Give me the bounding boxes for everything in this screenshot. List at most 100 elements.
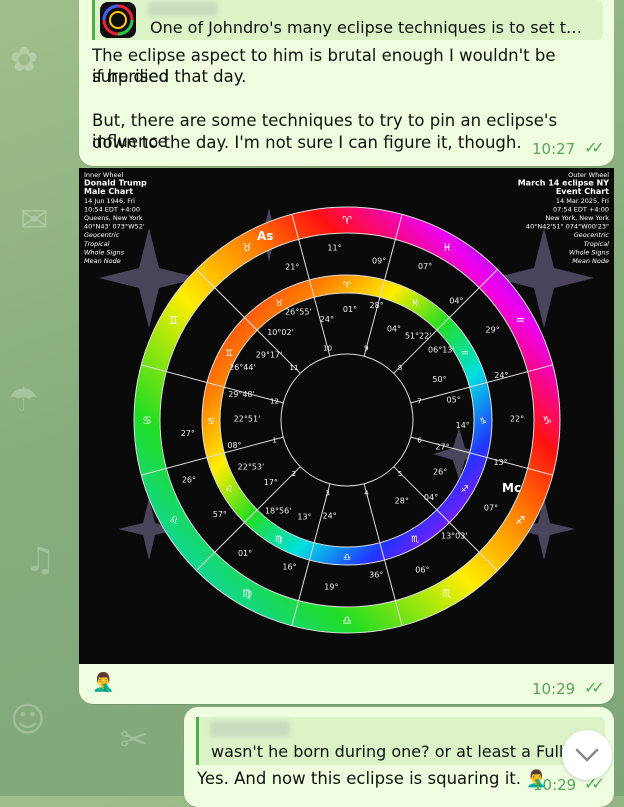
house-number: 6 [417, 436, 422, 444]
chevron-down-icon [575, 748, 599, 762]
background-doodle-icon: ♫ [25, 540, 56, 580]
inner-position-label: 05° [447, 396, 461, 405]
house-number: 2 [292, 470, 296, 478]
message-text: Yes. And now this eclipse is squaring it… [197, 769, 547, 788]
house-number: 10 [323, 345, 332, 353]
reply-thumbnail [100, 2, 136, 38]
message-time: 10:27 [532, 140, 576, 158]
house-number: 7 [417, 398, 421, 406]
background-doodle-icon: ✉ [20, 200, 49, 240]
inner-position-label: 22°53' [238, 462, 265, 471]
inner-position-label: 08° [227, 441, 241, 450]
outer-position-label: 36° [369, 570, 383, 579]
reply-author-blurred [148, 2, 218, 16]
inner-position-label: 14° [456, 421, 470, 430]
message-time: 10:29 [532, 680, 576, 698]
inner-position-label: 13° [297, 512, 311, 521]
inner-position-label: 28° [370, 301, 384, 310]
inner-sign-glyph: ♌ [225, 485, 233, 495]
inner-position-label: 27° [435, 443, 449, 452]
outer-position-label: 01° [238, 549, 252, 558]
outer-sign-glyph: ♉ [242, 241, 252, 254]
ascendant-label: As [257, 229, 273, 243]
outer-position-label: 07° [484, 503, 498, 512]
house-number: 11 [290, 364, 299, 372]
inner-position-label: 26°55' [285, 308, 312, 317]
outer-position-label: 04° [449, 296, 463, 305]
outer-wheel-header-line: New York, New York [545, 214, 609, 222]
inner-position-label: 50° [432, 375, 446, 384]
inner-position-label: 04° [387, 325, 401, 334]
facepalm-emoji: 🤦‍♂️ [92, 672, 115, 693]
outer-sign-glyph: ♓ [442, 241, 452, 254]
inner-position-label: 18°56' [265, 506, 292, 515]
astrology-chart-image[interactable]: ♈ ♈ ♉ ♉ ♊ ♊ ♋ ♋ ♌ ♌ ♍ ♍ ♎ ♎ ♏ ♏ ♐ ♐ ♑ ♑ ♒ ♒ ♓ ♓ 1 2 3 4 5 6 7 8 9 10 11 12… [79, 168, 614, 664]
read-checkmarks-icon: ✓✓ [584, 678, 605, 697]
outer-position-label: 19° [324, 582, 338, 591]
house-number: 4 [364, 489, 369, 497]
outer-position-label: 29° [486, 325, 500, 334]
outer-wheel-header-line: Mean Node [572, 257, 609, 265]
inner-wheel-header-line: Mean Node [84, 257, 121, 265]
inner-position-label: 04° [424, 493, 438, 502]
inner-wheel-header-line: Queens, New York [84, 214, 143, 222]
inner-wheel-header-line: Male Chart [84, 187, 133, 196]
outer-sign-glyph: ♋ [142, 414, 152, 427]
inner-position-label: 06°13' [428, 345, 455, 354]
inner-position-label: 28° [395, 497, 409, 506]
outer-position-label: 11° [327, 243, 341, 252]
inner-position-label: 29°17' [256, 350, 283, 359]
outer-position-label: 16° [282, 562, 296, 571]
message-text-line: if he died that day. [92, 67, 247, 86]
outer-position-label: 13° [493, 458, 507, 467]
message-text-line: down to the day. I'm not sure I can figu… [92, 133, 522, 152]
inner-position-label: 10°02' [267, 328, 294, 337]
inner-wheel-header-line: 40°N43' 073°W52' [84, 223, 145, 231]
outer-wheel-header-line: Geocentric [574, 231, 610, 239]
inner-sign-glyph: ♏ [411, 535, 419, 545]
outer-sign-glyph: ♊ [169, 314, 179, 327]
house-number: 5 [398, 470, 402, 478]
background-doodle-icon: ☺ [10, 700, 46, 740]
inner-sign-glyph: ♑ [479, 417, 487, 427]
background-doodle-icon: ✿ [10, 40, 39, 80]
outer-sign-glyph: ♎ [342, 614, 352, 627]
outer-wheel-header-line: 40°N42'51" 074°W00'23" [526, 223, 609, 231]
outer-sign-glyph: ♑ [542, 414, 552, 427]
outer-position-label: 27° [181, 429, 195, 438]
inner-sign-glyph: ♓ [411, 299, 419, 309]
background-doodle-icon: ✂ [120, 720, 149, 760]
inner-position-label: 17° [264, 478, 278, 487]
outer-sign-glyph: ♐ [515, 514, 525, 527]
inner-wheel-header-line: Geocentric [84, 231, 120, 239]
inner-position-label: 01° [343, 305, 357, 314]
outer-wheel-header-line: 07:54 EDT +4:00 [553, 205, 609, 213]
outer-wheel-header-line: Event Chart [556, 187, 609, 196]
inner-sign-glyph: ♐ [461, 485, 469, 495]
outer-sign-glyph: ♒ [515, 314, 525, 327]
inner-wheel-header-line: 14 Jun 1946, Fri [84, 197, 135, 205]
background-doodle-icon: ☂ [8, 380, 39, 420]
inner-wheel-header-line: Whole Signs [84, 248, 125, 256]
outer-position-label: 09° [372, 256, 386, 265]
read-checkmarks-icon: ✓✓ [584, 138, 605, 157]
inner-sign-glyph: ♋ [207, 417, 215, 427]
outer-position-label: 06° [415, 565, 429, 574]
scroll-down-button[interactable] [562, 730, 612, 780]
house-number: 8 [398, 364, 402, 372]
outer-position-label: 07° [418, 262, 432, 271]
bi-wheel-chart: ♈♈♉♉♊♊♋ ♋♌♌♍♍♎♎♏♏♐♐♑♑♒♒♓♓ 123 456789101112… [79, 168, 614, 664]
outer-wheel-header-line: 14 Mar 2025, Fri [556, 197, 609, 205]
reply-quote-text: One of Johndro's many eclipse techniques… [150, 18, 590, 37]
house-number: 9 [364, 345, 368, 353]
inner-position-label: 24° [323, 511, 337, 520]
house-number: 1 [272, 436, 276, 444]
inner-sign-glyph: ♎ [343, 553, 351, 563]
inner-sign-glyph: ♉ [275, 299, 283, 309]
inner-position-label: 26°44' [229, 363, 256, 372]
outer-position-label: 57° [213, 510, 227, 519]
inner-position-label: 26° [433, 468, 447, 477]
midheaven-label: Mc [502, 481, 521, 495]
outer-position-label: 13°03' [441, 532, 468, 541]
outer-sign-glyph: ♌ [169, 514, 179, 527]
